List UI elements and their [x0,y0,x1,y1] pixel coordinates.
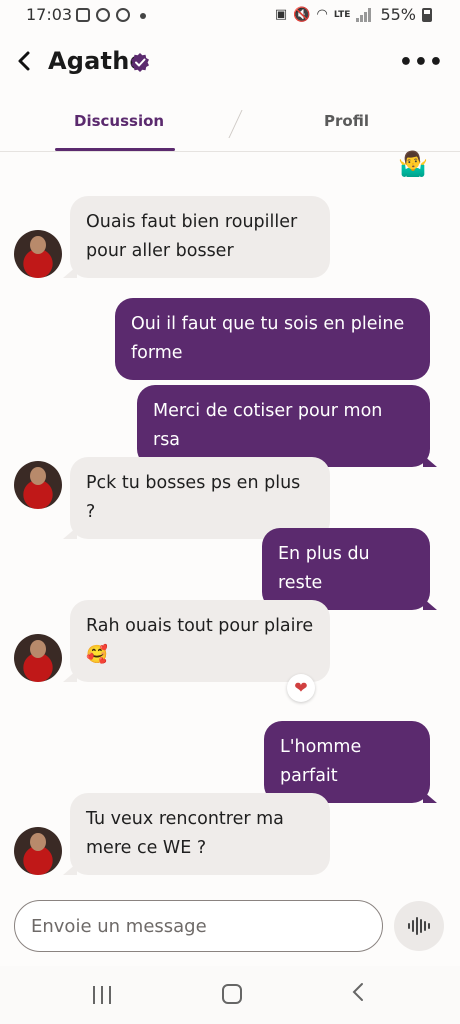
more-dots-icon[interactable]: ••• [399,50,444,75]
message-incoming[interactable]: Ouais faut bien roupiller pour aller bos… [63,196,330,278]
status-time: 17:03 [26,5,73,24]
wifi-icon: ◠ [316,7,328,22]
lte-label: LTE [333,9,351,20]
home-icon[interactable] [222,984,242,1004]
gallery-icon [76,8,90,22]
system-nav-bar [0,966,460,1024]
voice-waveform-icon [408,917,430,935]
alarm-icon: ▣ [274,7,288,22]
signal-icon [356,7,374,22]
message-composer [14,900,383,952]
message-text: Rah ouais tout pour plaire [86,616,314,636]
avatar[interactable] [14,827,62,875]
chat-header: Agathe ••• [0,32,460,92]
message-text: Tu veux rencontrer ma mere ce WE ? [86,809,284,858]
app-icon [96,8,110,22]
more-notifications-icon [140,13,146,19]
shrug-emoji: 🤷‍♂️ [398,150,428,178]
back-icon[interactable] [350,980,366,1010]
message-text: En plus du reste [278,544,370,593]
recent-apps-icon[interactable] [93,986,113,1004]
avatar[interactable] [14,230,62,278]
status-bar: 17:03 ▣ 🔇 ◠ LTE 55% [0,0,460,32]
avatar[interactable] [14,461,62,509]
message-incoming[interactable]: Rah ouais tout pour plaire 🥰 [63,600,330,682]
heart-reaction-icon[interactable]: ❤ [287,674,315,702]
message-input[interactable] [31,913,361,939]
message-text: L'homme parfait [280,737,362,786]
message-outgoing[interactable]: L'homme parfait [264,721,437,803]
battery-percent: 55% [380,5,416,24]
app-icon [116,8,130,22]
message-incoming[interactable]: Tu veux rencontrer ma mere ce WE ? [63,793,330,875]
tab-profil[interactable]: Profil [324,112,369,130]
message-incoming[interactable]: Pck tu bosses ps en plus ? [63,457,330,539]
tab-discussion[interactable]: Discussion [74,112,164,130]
status-right: ▣ 🔇 ◠ LTE 55% [275,5,432,24]
message-text: Pck tu bosses ps en plus ? [86,473,301,522]
avatar[interactable] [14,634,62,682]
chevron-left-icon[interactable] [14,46,36,76]
message-text: Merci de cotiser pour mon rsa [153,401,383,450]
message-outgoing[interactable]: Merci de cotiser pour mon rsa [137,385,437,467]
active-tab-indicator [55,148,175,151]
smiling-hearts-emoji: 🥰 [86,645,108,665]
verified-badge-icon [130,52,150,72]
message-outgoing[interactable]: En plus du reste [262,528,437,610]
message-text: Oui il faut que tu sois en pleine forme [131,314,405,363]
voice-message-button[interactable] [394,901,444,951]
battery-icon [422,7,432,22]
message-text: Ouais faut bien roupiller pour aller bos… [86,212,298,261]
message-outgoing[interactable]: Oui il faut que tu sois en pleine forme [115,298,430,380]
mute-icon: 🔇 [293,6,311,23]
tab-divider [215,110,243,138]
tab-bar: Discussion Profil [0,104,460,152]
